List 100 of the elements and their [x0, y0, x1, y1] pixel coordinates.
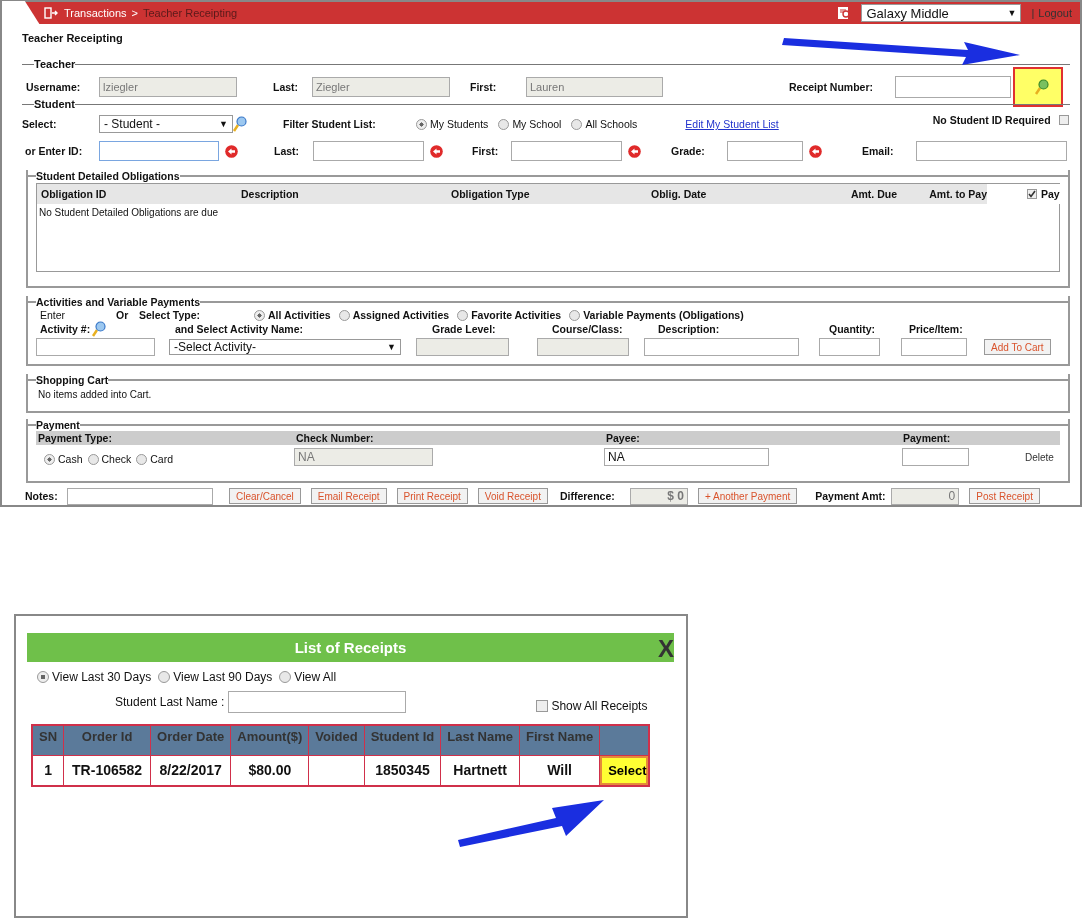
radio-button[interactable] [571, 118, 583, 130]
check-number-field[interactable]: NA [294, 448, 433, 466]
radio-button[interactable] [136, 453, 148, 465]
description-field[interactable] [644, 338, 799, 356]
edit-student-list-link[interactable]: Edit My Student List [685, 118, 779, 130]
section-legend: Payment [36, 419, 80, 431]
column-header: Student Id [364, 725, 441, 755]
action-button[interactable]: Void Receipt [477, 488, 548, 504]
payee-field[interactable]: NA [604, 448, 769, 466]
radio-option[interactable]: My Students [416, 118, 489, 130]
radio-button[interactable] [338, 309, 350, 321]
select-button[interactable]: Select [600, 755, 649, 785]
email-field[interactable] [916, 141, 1067, 161]
clear-icon[interactable] [628, 144, 641, 158]
column-header: Obligation ID [40, 188, 108, 200]
search-icon[interactable] [92, 321, 107, 337]
radio-button[interactable] [37, 671, 49, 683]
radio-option[interactable]: Card [136, 453, 174, 465]
radio-button[interactable] [87, 453, 99, 465]
student-select[interactable]: - Student - ▼ [99, 115, 233, 133]
checkbox[interactable] [1027, 189, 1037, 199]
activity-number-field[interactable] [36, 338, 155, 356]
text-field[interactable] [727, 141, 803, 161]
last-name-field[interactable] [228, 691, 407, 713]
notes-field[interactable] [67, 487, 213, 505]
action-button[interactable]: Print Receipt [396, 488, 468, 504]
radio-option[interactable]: All Schools [571, 118, 638, 130]
close-button[interactable]: X [658, 635, 674, 663]
school-select[interactable]: Galaxy Middle ▼ [861, 4, 1022, 22]
action-button[interactable]: Clear/Cancel [229, 488, 301, 504]
payment-amount-field[interactable]: 0 [891, 487, 960, 505]
radio-button[interactable] [254, 309, 265, 321]
text-field[interactable]: Lauren [526, 77, 663, 97]
show-all-receipts-option[interactable]: Show All Receipts [536, 699, 648, 713]
text-field[interactable] [313, 141, 424, 161]
field-label: Select Type: [139, 309, 202, 321]
checkbox[interactable] [536, 700, 549, 712]
activity-select[interactable]: -Select Activity- ▼ [169, 339, 401, 355]
radio-option[interactable]: Favorite Activities [457, 309, 562, 321]
section-legend: Activities and Variable Payments [36, 296, 200, 308]
delete-link[interactable]: Delete [1025, 451, 1054, 463]
field-label: Last: [274, 145, 301, 157]
column-header: Order Id [63, 725, 151, 755]
difference-field[interactable]: $ 0 [629, 487, 688, 505]
field-label: Last: [273, 81, 300, 93]
field-label: Email: [862, 145, 895, 157]
column-header: Voided [308, 725, 365, 755]
another-payment-button[interactable]: + Another Payment [697, 488, 798, 504]
table-cell: Hartnett [440, 755, 520, 786]
price-field[interactable] [901, 338, 967, 356]
radio-option[interactable]: Cash [44, 453, 83, 465]
separator: | [1031, 7, 1035, 19]
table-cell: 1850345 [364, 755, 441, 786]
radio-button[interactable] [416, 118, 427, 130]
column-header: Amount($) [230, 725, 309, 755]
student-id-field[interactable] [99, 141, 219, 161]
table-cell: $80.00 [230, 755, 309, 786]
field-label: Payment Amt: [815, 490, 887, 502]
clear-icon[interactable] [809, 144, 822, 158]
grade-level-field[interactable] [416, 338, 509, 356]
table-cell: 8/22/2017 [150, 755, 231, 786]
field-label: Grade: [671, 145, 706, 157]
payment-field[interactable] [902, 448, 969, 466]
text-field[interactable]: lziegler [99, 77, 237, 97]
radio-option[interactable]: Assigned Activities [338, 309, 450, 321]
radio-option[interactable]: View All [279, 670, 337, 684]
column-header: Oblig. Date [650, 188, 708, 200]
caret-icon: ▼ [219, 119, 228, 129]
search-icon[interactable] [233, 116, 247, 132]
search-icon[interactable] [1035, 79, 1049, 95]
radio-option[interactable]: Check [87, 453, 132, 465]
breadcrumb-link[interactable]: Transactions [64, 7, 127, 19]
radio-option[interactable]: All Activities [254, 309, 331, 321]
radio-button[interactable] [457, 309, 469, 321]
text-field[interactable] [511, 141, 622, 161]
radio-option[interactable]: My School [498, 118, 562, 130]
radio-button[interactable] [498, 118, 510, 130]
checkbox[interactable] [1058, 115, 1069, 125]
radio-button[interactable] [44, 453, 55, 465]
receipt-number-field[interactable] [895, 76, 1011, 98]
radio-button[interactable] [569, 309, 581, 321]
radio-button[interactable] [279, 671, 292, 683]
text-field[interactable]: Ziegler [312, 77, 450, 97]
field-label: Enter [39, 309, 67, 321]
quantity-field[interactable] [819, 338, 880, 356]
exit-icon [44, 7, 58, 19]
column-header: Last Name [440, 725, 520, 755]
post-receipt-button[interactable]: Post Receipt [969, 488, 1040, 504]
radio-button[interactable] [158, 671, 171, 683]
radio-option[interactable]: View Last 30 Days [37, 670, 152, 684]
radio-option[interactable]: Variable Payments (Obligations) [569, 309, 744, 321]
action-button[interactable]: Email Receipt [310, 488, 387, 504]
column-header: Payment Type: [37, 432, 113, 444]
column-header: Payment: [902, 432, 952, 444]
course-field[interactable] [537, 338, 629, 356]
clear-icon[interactable] [225, 144, 238, 158]
radio-option[interactable]: View Last 90 Days [158, 670, 273, 684]
clear-icon[interactable] [430, 144, 443, 158]
section-legend: Teacher [34, 58, 76, 70]
add-to-cart-button[interactable]: Add To Cart [984, 339, 1051, 355]
